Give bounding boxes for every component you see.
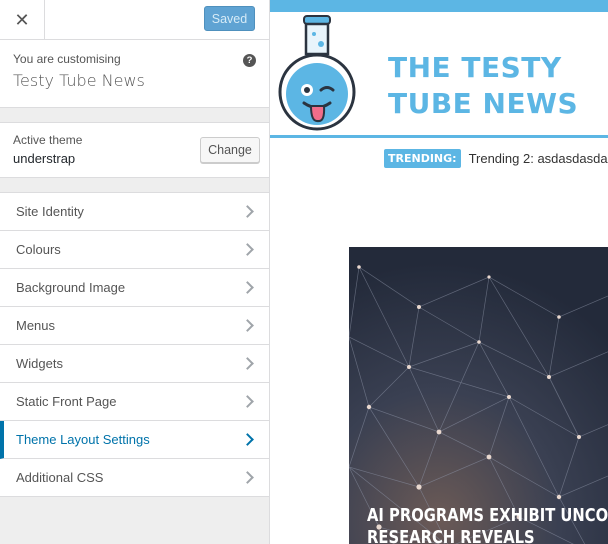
menu-item-static-front-page[interactable]: Static Front Page: [0, 383, 269, 421]
trending-bar: TRENDING: Trending 2: asdasdasdasdasd: [384, 149, 608, 168]
menu-item-label: Widgets: [16, 356, 63, 371]
menu-item-label: Colours: [16, 242, 61, 257]
chevron-right-icon: [241, 433, 254, 446]
preview-top-bar: [270, 0, 608, 12]
customizer-sidebar: ✕ Saved You are customising Testy Tube N…: [0, 0, 270, 544]
menu-item-label: Additional CSS: [16, 470, 104, 485]
menu-item-label: Menus: [16, 318, 56, 333]
customizer-info: You are customising Testy Tube News ?: [0, 40, 269, 108]
close-icon: ✕: [14, 9, 30, 30]
site-preview: THE TESTY TUBE NEWS TRENDING: Trending 2…: [270, 0, 608, 544]
network-image: [349, 247, 608, 544]
site-title: Testy Tube News: [13, 71, 145, 90]
menu-item-widgets[interactable]: Widgets: [0, 345, 269, 383]
menu-item-label: Site Identity: [16, 204, 84, 219]
menu-item-label: Static Front Page: [16, 394, 117, 409]
menu-item-label: Background Image: [16, 280, 126, 295]
active-theme-panel: Active theme understrap Change: [0, 122, 269, 178]
trending-badge: TRENDING:: [384, 149, 461, 168]
customizer-topbar: ✕ Saved: [0, 0, 269, 40]
brand-line-1: THE TESTY: [388, 51, 562, 84]
site-brand[interactable]: THE TESTY TUBE NEWS: [388, 50, 578, 122]
menu-item-additional-css[interactable]: Additional CSS: [0, 459, 269, 497]
flask-logo-icon[interactable]: [276, 14, 358, 132]
hero-headline[interactable]: AI PROGRAMS EXHIBIT UNCOUNTED RESEARCH R…: [367, 505, 608, 544]
chevron-right-icon: [241, 205, 254, 218]
help-icon[interactable]: ?: [243, 54, 256, 67]
chevron-right-icon: [241, 471, 254, 484]
brand-line-2: TUBE NEWS: [388, 87, 579, 120]
saved-button[interactable]: Saved: [204, 6, 255, 31]
menu-item-colours[interactable]: Colours: [0, 231, 269, 269]
chevron-right-icon: [241, 243, 254, 256]
chevron-right-icon: [241, 357, 254, 370]
menu-item-menus[interactable]: Menus: [0, 307, 269, 345]
trending-text[interactable]: Trending 2: asdasdasdasdasd: [469, 151, 608, 166]
customising-label: You are customising: [13, 52, 121, 66]
hero-headline-line-2: RESEARCH REVEALS: [367, 527, 535, 544]
hero-headline-line-1: AI PROGRAMS EXHIBIT UNCOUNTED: [367, 505, 608, 526]
close-button[interactable]: ✕: [0, 0, 45, 40]
chevron-right-icon: [241, 395, 254, 408]
site-header: THE TESTY TUBE NEWS: [270, 12, 608, 138]
change-theme-button[interactable]: Change: [200, 137, 260, 163]
chevron-right-icon: [241, 281, 254, 294]
chevron-right-icon: [241, 319, 254, 332]
menu-item-label: Theme Layout Settings: [16, 432, 150, 447]
customizer-menu: Site Identity Colours Background Image M…: [0, 192, 269, 497]
menu-item-site-identity[interactable]: Site Identity: [0, 193, 269, 231]
hero-article-image[interactable]: AI PROGRAMS EXHIBIT UNCOUNTED RESEARCH R…: [349, 247, 608, 544]
menu-item-theme-layout-settings[interactable]: Theme Layout Settings: [0, 421, 269, 459]
menu-item-background-image[interactable]: Background Image: [0, 269, 269, 307]
